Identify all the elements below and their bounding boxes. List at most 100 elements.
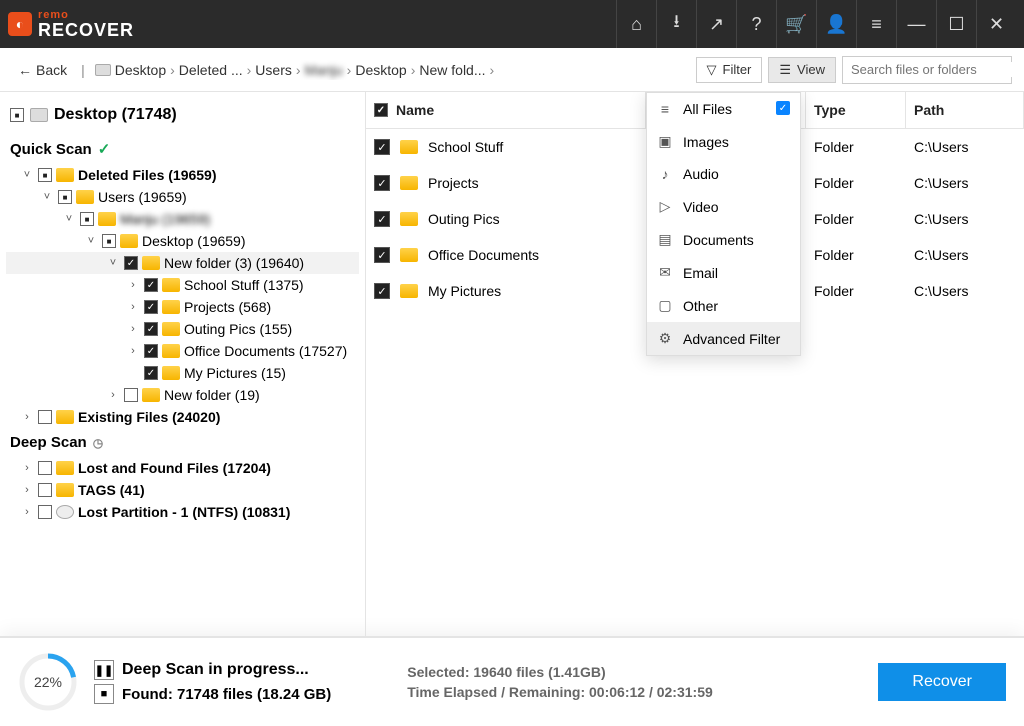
filter-item[interactable]: ♪Audio (647, 158, 800, 190)
row-checkbox[interactable] (374, 211, 390, 227)
chevron-down-icon[interactable]: ˅ (62, 213, 76, 225)
cart-icon[interactable]: 🛒 (776, 0, 816, 48)
tree-item[interactable]: ˅Deleted Files (19659) (6, 164, 359, 186)
filter-item[interactable]: ≡All Files✓ (647, 93, 800, 125)
breadcrumb-label: Users (255, 62, 292, 78)
row-checkbox[interactable] (374, 175, 390, 191)
menu-icon[interactable]: ≡ (856, 0, 896, 48)
tree-item[interactable]: ›Existing Files (24020) (6, 406, 359, 428)
chevron-right-icon[interactable]: › (126, 301, 140, 313)
col-name-label[interactable]: Name (396, 102, 434, 118)
tree-checkbox[interactable] (38, 410, 52, 424)
tree-checkbox[interactable] (144, 300, 158, 314)
tree-item[interactable]: ˅New folder (3) (19640) (6, 252, 359, 274)
home-icon[interactable]: ⌂ (616, 0, 656, 48)
tree-item[interactable]: ˅ Desktop (19659) (6, 230, 359, 252)
maximize-icon[interactable]: ☐ (936, 0, 976, 48)
root-checkbox[interactable] (10, 108, 24, 122)
tree-item[interactable]: ›School Stuff (1375) (6, 274, 359, 296)
close-icon[interactable]: ✕ (976, 0, 1016, 48)
tree-root[interactable]: Desktop (71748) (6, 102, 359, 134)
filter-item[interactable]: ▢Other (647, 289, 800, 322)
tree-item[interactable]: ›Outing Pics (155) (6, 318, 359, 340)
col-path-label[interactable]: Path (906, 92, 1024, 128)
recover-button[interactable]: Recover (878, 663, 1006, 701)
filter-button[interactable]: ▽ Filter (696, 57, 763, 83)
filter-item[interactable]: ⚙Advanced Filter (647, 322, 800, 355)
tree-checkbox[interactable] (144, 322, 158, 336)
chevron-right-icon[interactable]: › (126, 279, 140, 291)
breadcrumb[interactable]: Desktop (353, 60, 408, 80)
folder-icon (400, 284, 418, 298)
folder-icon (162, 300, 180, 314)
chevron-right-icon[interactable]: › (126, 345, 140, 357)
pause-button[interactable]: ❚❚ (94, 660, 114, 680)
chevron-right-icon[interactable]: › (126, 323, 140, 335)
chevron-right-icon[interactable]: › (106, 389, 120, 401)
chevron-down-icon[interactable]: ˅ (20, 169, 34, 181)
tree-checkbox[interactable] (38, 505, 52, 519)
tree-checkbox[interactable] (38, 461, 52, 475)
row-checkbox[interactable] (374, 283, 390, 299)
tree-checkbox[interactable] (58, 190, 72, 204)
chevron-right-icon[interactable]: › (20, 484, 34, 496)
chevron-right-icon[interactable]: › (20, 506, 34, 518)
filter-item-label: Advanced Filter (683, 331, 780, 347)
tree-item[interactable]: ›New folder (19) (6, 384, 359, 406)
tree-item[interactable]: ›Lost Partition - 1 (NTFS) (10831) (6, 501, 359, 523)
back-label: Back (36, 62, 67, 78)
folder-icon (56, 410, 74, 424)
chevron-down-icon[interactable]: ˅ (106, 257, 120, 269)
tree-item[interactable]: ›TAGS (41) (6, 479, 359, 501)
row-checkbox[interactable] (374, 247, 390, 263)
tree-checkbox[interactable] (80, 212, 94, 226)
col-type-label[interactable]: Type (806, 92, 906, 128)
back-button[interactable]: ← Back (12, 58, 73, 82)
tree-checkbox[interactable] (144, 278, 158, 292)
tree-item[interactable]: ›Office Documents (17527) (6, 340, 359, 362)
breadcrumb[interactable]: Desktop (93, 60, 168, 80)
filter-item[interactable]: ✉Email (647, 256, 800, 289)
filter-item-icon: ▢ (657, 297, 673, 314)
filter-item[interactable]: ▣Images (647, 125, 800, 158)
filter-item[interactable]: ▷Video (647, 190, 800, 223)
help-icon[interactable]: ? (736, 0, 776, 48)
download-icon[interactable]: ⭳ (656, 0, 696, 48)
row-checkbox[interactable] (374, 139, 390, 155)
chevron-right-icon[interactable]: › (20, 462, 34, 474)
minimize-icon[interactable]: — (896, 0, 936, 48)
filter-item[interactable]: ▤Documents (647, 223, 800, 256)
tree-item[interactable]: ˅Manju (19659) (6, 208, 359, 230)
chevron-down-icon[interactable]: ˅ (40, 191, 54, 203)
breadcrumb[interactable]: Deleted ... (177, 60, 245, 80)
tree-checkbox[interactable] (124, 256, 138, 270)
brand-remo: remo (38, 10, 134, 21)
stop-button[interactable]: ■ (94, 684, 114, 704)
chevron-right-icon: › (409, 62, 418, 78)
search-input[interactable] (851, 62, 1024, 77)
tree-checkbox[interactable] (102, 234, 116, 248)
tree-checkbox[interactable] (144, 344, 158, 358)
view-button[interactable]: ☰ View (768, 57, 836, 83)
tree-item[interactable]: My Pictures (15) (6, 362, 359, 384)
tree-item[interactable]: ›Lost and Found Files (17204) (6, 457, 359, 479)
filter-item-label: Email (683, 265, 718, 281)
tree-item-label: Desktop (19659) (142, 233, 246, 249)
tree-checkbox[interactable] (124, 388, 138, 402)
tree-checkbox[interactable] (144, 366, 158, 380)
breadcrumb[interactable]: New fold... (417, 60, 487, 80)
tree-checkbox[interactable] (38, 483, 52, 497)
folder-icon (120, 234, 138, 248)
user-icon[interactable]: 👤 (816, 0, 856, 48)
folder-icon (142, 388, 160, 402)
chevron-right-icon[interactable]: › (20, 411, 34, 423)
chevron-down-icon[interactable]: ˅ (84, 235, 98, 247)
export-icon[interactable]: ↗ (696, 0, 736, 48)
tree-item-label: Users (19659) (98, 189, 187, 205)
tree-item[interactable]: ˅ Users (19659) (6, 186, 359, 208)
breadcrumb[interactable]: Manju (303, 60, 345, 80)
breadcrumb[interactable]: Users (253, 60, 294, 80)
header-checkbox[interactable] (374, 103, 388, 117)
tree-checkbox[interactable] (38, 168, 52, 182)
tree-item[interactable]: ›Projects (568) (6, 296, 359, 318)
